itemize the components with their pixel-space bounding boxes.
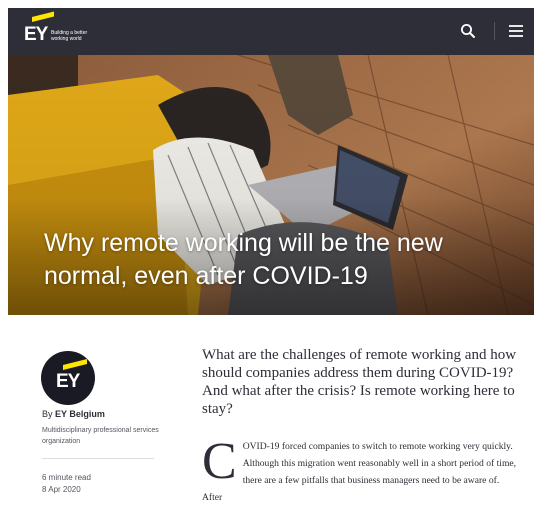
author-name-link[interactable]: EY Belgium — [55, 409, 105, 419]
logo-tagline: Building a better working world — [51, 30, 88, 42]
article-body: C OVID-19 forced companies to switch to … — [202, 433, 520, 506]
drop-cap: C — [202, 433, 237, 490]
author-avatar[interactable]: EY — [41, 351, 95, 405]
hamburger-menu-icon[interactable] — [509, 24, 523, 38]
header-divider — [494, 22, 495, 40]
article-intro: What are the challenges of remote workin… — [202, 347, 517, 417]
avatar-beam — [63, 359, 87, 370]
avatar-logo-text: EY — [56, 371, 80, 392]
article-title: Why remote working will be the new norma… — [44, 229, 443, 290]
read-time: 6 minute read — [42, 473, 91, 482]
article-body-text: OVID-19 forced companies to switch to re… — [202, 441, 517, 503]
hero-banner: Why remote working will be the new norma… — [8, 55, 534, 315]
by-label: By — [42, 409, 53, 419]
author-description: Multidisciplinary professional services … — [42, 427, 159, 445]
logo-text: EY — [24, 24, 48, 45]
logo-beam — [32, 11, 54, 22]
author-byline: By EY Belgium — [42, 409, 105, 419]
page-frame: EY Building a better working world Why r… — [8, 8, 534, 507]
search-icon[interactable] — [459, 22, 477, 40]
ey-logo[interactable]: EY Building a better working world — [24, 11, 104, 47]
meta-divider — [42, 458, 154, 459]
publish-date: 8 Apr 2020 — [42, 485, 81, 494]
site-header: EY Building a better working world — [8, 8, 534, 55]
